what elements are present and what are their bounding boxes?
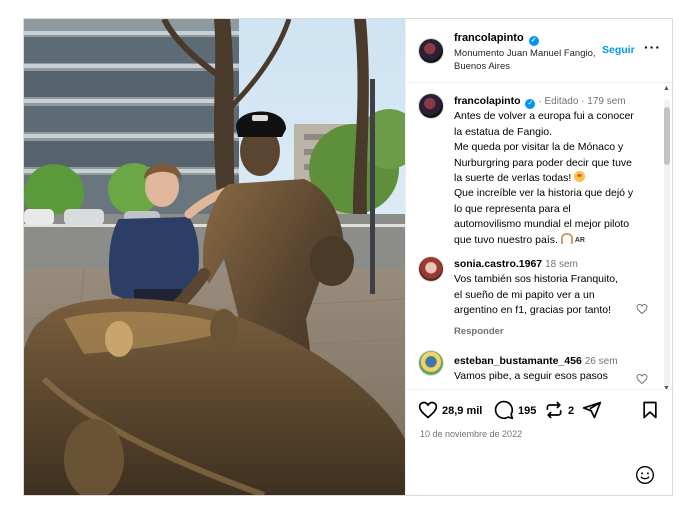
bookmark-icon xyxy=(643,401,657,419)
caption-line: Me queda por visitar la de Mónaco y xyxy=(454,141,624,154)
instagram-post: francolapinto ✓ Monumento Juan Manuel Fa… xyxy=(23,18,674,496)
post-date[interactable]: 10 de noviembre de 2022 xyxy=(420,429,522,439)
comment-text: esteban_bustamante_456 26 sem Vamos pibe… xyxy=(454,354,624,385)
reply-button[interactable]: Responder xyxy=(454,326,504,337)
avatar[interactable] xyxy=(418,350,444,376)
avatar[interactable] xyxy=(418,93,444,119)
comments-count[interactable]: 195 xyxy=(518,405,536,417)
heart-icon[interactable] xyxy=(636,373,648,385)
caption-line: Nurburgring para poder decir que tuve xyxy=(454,156,633,169)
repost-icon xyxy=(546,401,562,419)
avatar[interactable] xyxy=(418,38,444,64)
comment-line: el sueño de mi papito ver a un xyxy=(454,288,595,301)
share-button[interactable] xyxy=(582,400,602,420)
caption-line-wrapper: que tuvo nuestro país. AR xyxy=(454,232,650,248)
heart-icon xyxy=(418,401,438,419)
post-side-panel: francolapinto ✓ Monumento Juan Manuel Fa… xyxy=(405,19,674,495)
save-button[interactable] xyxy=(640,400,660,420)
verified-badge-icon: ✓ xyxy=(525,99,536,109)
comment-line: argentino en f1, gracias por tanto! xyxy=(454,304,612,317)
comment-button[interactable] xyxy=(494,400,514,420)
caption-line: Que increíble ver la historia que dejó y xyxy=(454,187,634,200)
verified-badge-icon: ✓ xyxy=(528,36,539,46)
emoji-picker-button[interactable] xyxy=(635,465,655,490)
flag-ar-emoji-icon: AR xyxy=(574,236,585,244)
reposts-count[interactable]: 2 xyxy=(568,405,574,417)
repost-button[interactable] xyxy=(544,400,564,420)
more-options-icon[interactable]: ··· xyxy=(644,39,661,55)
scroll-up-arrow-icon[interactable]: ▲ xyxy=(663,85,670,92)
post-location[interactable]: Monumento Juan Manuel Fangio, Buenos Air… xyxy=(454,47,604,73)
comment-line: Vamos pibe, a seguir esos pasos xyxy=(454,370,608,383)
follow-button[interactable]: Seguir xyxy=(602,44,635,56)
caption-line: la suerte de verlas todas! xyxy=(454,172,572,185)
caption-line: automovilismo mundial el mejor piloto xyxy=(454,218,630,231)
caption-meta: · Editado · 179 sem xyxy=(538,96,626,107)
avatar[interactable] xyxy=(418,256,444,282)
comment-time[interactable]: 26 sem xyxy=(585,356,618,367)
post-header: francolapinto ✓ Monumento Juan Manuel Fa… xyxy=(406,19,674,83)
caption-username[interactable]: francolapinto xyxy=(454,95,521,107)
comment-text: sonia.castro.1967 18 sem Vos también sos… xyxy=(454,257,624,319)
caption-text: francolapinto ✓ · Editado · 179 sem Ante… xyxy=(454,94,650,248)
post-author-username[interactable]: francolapinto xyxy=(454,32,524,44)
heart-eyes-emoji-icon xyxy=(574,171,586,183)
caption-edited: Editado xyxy=(544,96,579,107)
fangio-statue-photo xyxy=(24,19,405,495)
comments-list[interactable]: francolapinto ✓ · Editado · 179 sem Ante… xyxy=(406,84,674,389)
scrollbar-thumb[interactable] xyxy=(664,107,670,165)
caption-line: la estatua de Fangio. xyxy=(454,125,553,138)
caption-line-wrapper: la suerte de verlas todas! xyxy=(454,171,650,186)
post-photo[interactable] xyxy=(24,19,405,495)
comment-username[interactable]: esteban_bustamante_456 xyxy=(454,355,582,367)
caption-line: que tuvo nuestro país. xyxy=(454,233,558,246)
comment-bubble-icon xyxy=(494,400,514,420)
likes-count[interactable]: 28,9 mil xyxy=(442,405,482,417)
comments-scrollbar[interactable] xyxy=(664,99,670,387)
comment-time[interactable]: 18 sem xyxy=(545,259,578,270)
comment-line: Vos también sos historia Franquito, xyxy=(454,273,619,286)
clapping-hands-emoji-icon xyxy=(560,232,573,244)
share-paper-plane-icon xyxy=(582,401,602,419)
caption-line: Antes de volver a europa fui a conocer xyxy=(454,110,634,123)
emoji-smiley-icon xyxy=(636,466,654,484)
caption-time[interactable]: 179 sem xyxy=(587,96,625,107)
post-actions: 28,9 mil 195 2 10 de noviembre de 2022 xyxy=(406,389,674,495)
comment-username[interactable]: sonia.castro.1967 xyxy=(454,258,542,270)
post-author: francolapinto ✓ xyxy=(454,32,539,46)
heart-icon[interactable] xyxy=(636,303,648,315)
caption-line: lo que representa para el xyxy=(454,202,571,215)
like-button[interactable] xyxy=(418,400,438,420)
